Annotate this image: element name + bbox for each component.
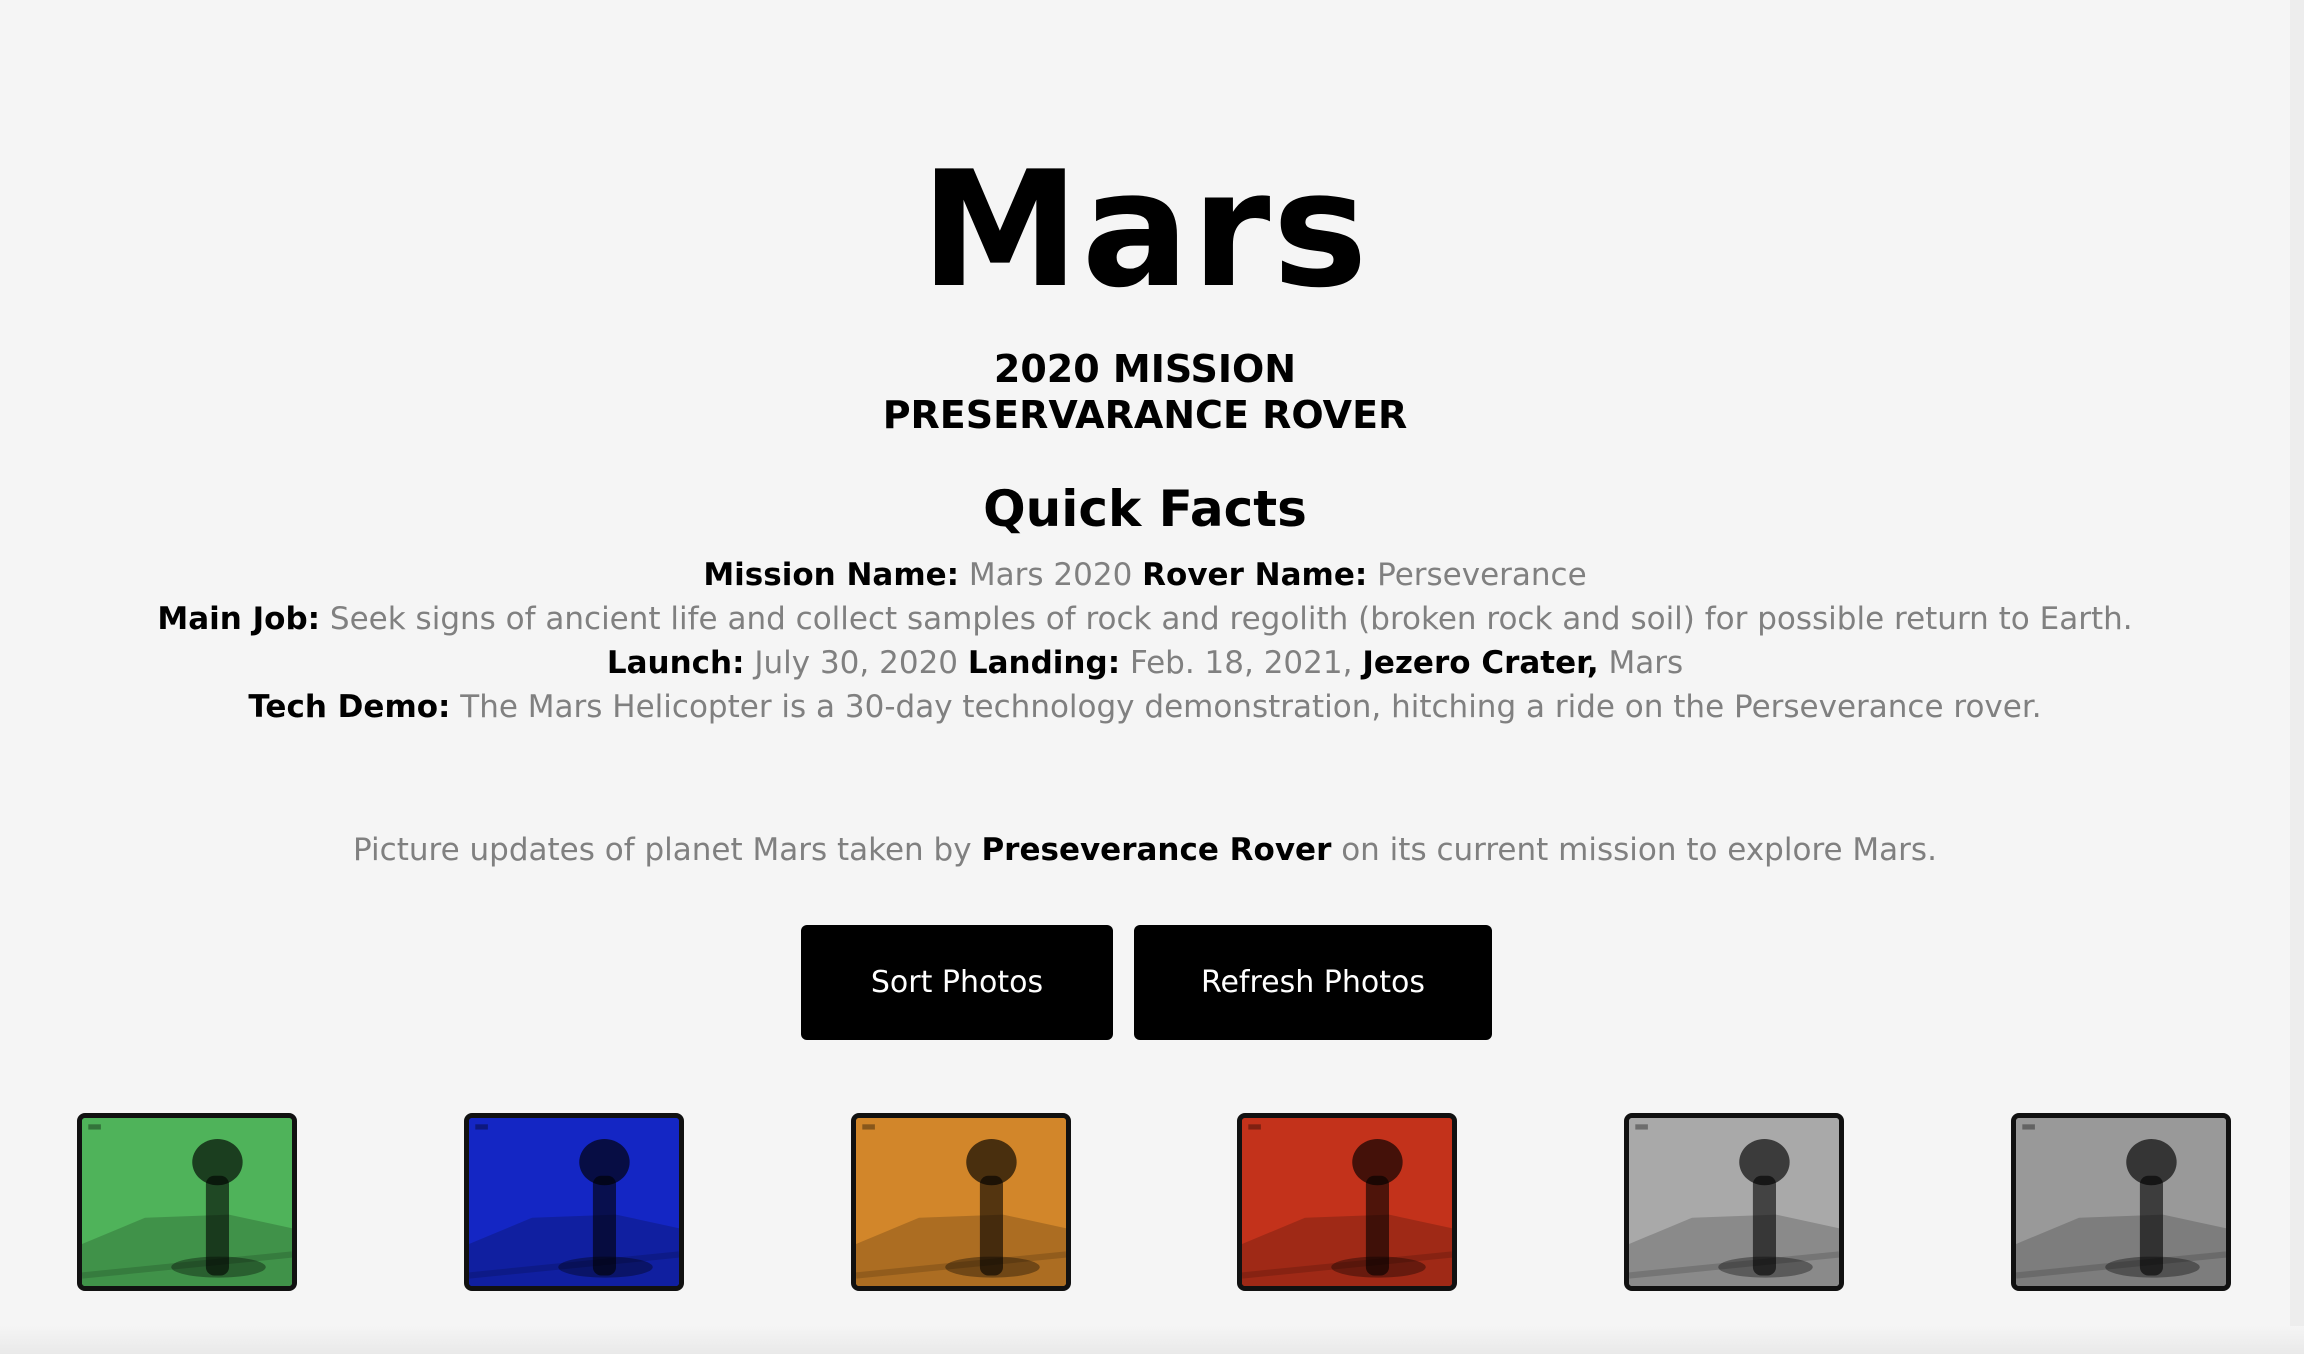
landing-site: Jezero Crater, xyxy=(1362,645,1599,681)
rover-photo-image xyxy=(82,1118,292,1286)
rover-photo-image xyxy=(1629,1118,1839,1286)
rover-photo-image xyxy=(856,1118,1066,1286)
photos-intro: Picture updates of planet Mars taken by … xyxy=(0,828,2290,872)
photo-thumbnail[interactable] xyxy=(851,1113,1071,1291)
photo-thumbnail[interactable] xyxy=(464,1113,684,1291)
facts-row-names: Mission Name: Mars 2020 Rover Name: Pers… xyxy=(0,553,2290,597)
launch-label: Launch: xyxy=(606,645,745,681)
rover-name-label: Rover Name: xyxy=(1142,557,1368,593)
mission-line-1: 2020 MISSION xyxy=(993,347,1297,391)
photo-thumbnail[interactable] xyxy=(1624,1113,1844,1291)
tech-demo-label: Tech Demo: xyxy=(248,689,451,725)
rover-photo-image xyxy=(1242,1118,1452,1286)
facts-row-dates: Launch: July 30, 2020 Landing: Feb. 18, … xyxy=(0,641,2290,685)
mission-line-2: PRESERVARANCE ROVER xyxy=(882,393,1408,437)
rover-name-value: Perseverance xyxy=(1377,557,1587,593)
tech-demo-value: The Mars Helicopter is a 30-day technolo… xyxy=(460,689,2042,725)
facts-row-job: Main Job: Seek signs of ancient life and… xyxy=(0,597,2290,641)
main-job-label: Main Job: xyxy=(157,601,321,637)
quick-facts-heading: Quick Facts xyxy=(983,480,1307,538)
intro-rover-name: Preseverance Rover xyxy=(981,832,1332,868)
landing-label: Landing: xyxy=(967,645,1121,681)
intro-text-after: on its current mission to explore Mars. xyxy=(1341,832,1937,868)
rover-photo-image xyxy=(469,1118,679,1286)
facts-row-tech: Tech Demo: The Mars Helicopter is a 30-d… xyxy=(0,685,2290,729)
main-job-value: Seek signs of ancient life and collect s… xyxy=(329,601,2133,637)
mission-name-value: Mars 2020 xyxy=(968,557,1133,593)
window-edge xyxy=(2290,0,2304,1354)
quick-facts: Mission Name: Mars 2020 Rover Name: Pers… xyxy=(0,553,2290,729)
landing-planet: Mars xyxy=(1608,645,1684,681)
landing-value: Feb. 18, 2021, xyxy=(1129,645,1353,681)
page-title: Mars xyxy=(920,136,1370,323)
photo-thumbnail[interactable] xyxy=(2011,1113,2231,1291)
mission-name-label: Mission Name: xyxy=(703,557,960,593)
refresh-photos-button[interactable]: Refresh Photos xyxy=(1134,925,1492,1040)
intro-text-before: Picture updates of planet Mars taken by xyxy=(353,832,972,868)
photo-thumbnail[interactable] xyxy=(77,1113,297,1291)
launch-value: July 30, 2020 xyxy=(754,645,959,681)
mission-subtitle: 2020 MISSION PRESERVARANCE ROVER xyxy=(0,346,2290,438)
rover-photo-image xyxy=(2016,1118,2226,1286)
sort-photos-button[interactable]: Sort Photos xyxy=(801,925,1113,1040)
photo-thumbnail[interactable] xyxy=(1237,1113,1457,1291)
bottom-shadow xyxy=(0,1326,2304,1354)
